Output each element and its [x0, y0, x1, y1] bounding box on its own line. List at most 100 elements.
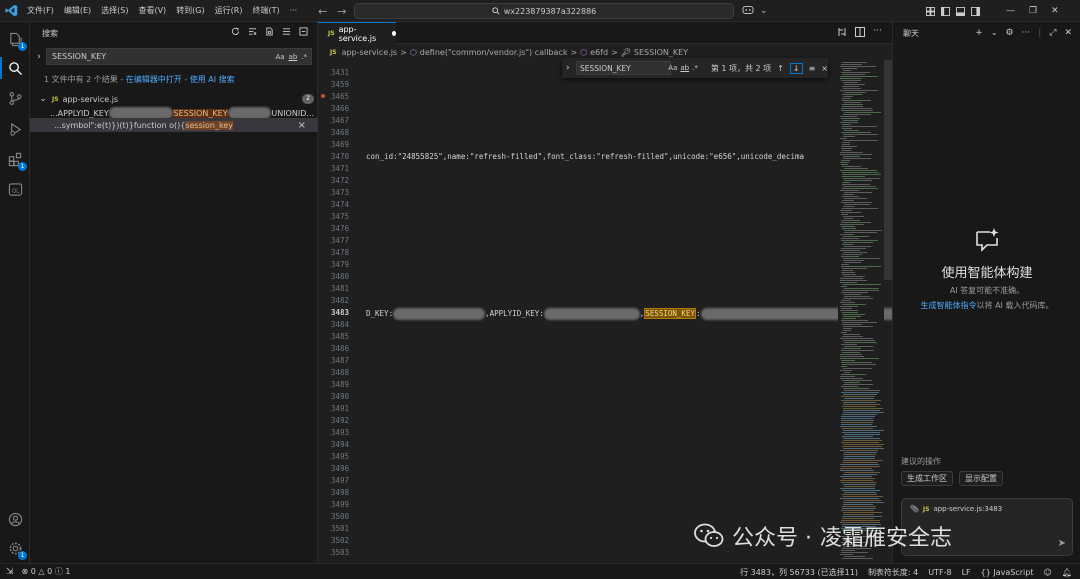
breadcrumb-callback[interactable]: define("common/vendor.js") callback	[420, 48, 568, 57]
new-chat-plus-icon[interactable]: +	[975, 28, 983, 38]
line-number[interactable]: 3501	[318, 524, 349, 533]
line-number[interactable]: 3497	[318, 476, 349, 485]
line-number[interactable]: 3485	[318, 332, 349, 341]
line-number[interactable]: 3493	[318, 428, 349, 437]
line-number[interactable]: 3471	[318, 164, 349, 173]
show-config-button[interactable]: 显示配置	[959, 471, 1003, 486]
find-input[interactable]: SESSION_KEY Aa ab .*	[576, 61, 698, 75]
editor-scrollbar[interactable]	[884, 60, 892, 280]
match-case-toggle[interactable]: Aa	[275, 53, 284, 61]
close-find-icon[interactable]: ×	[821, 64, 828, 73]
minimize-icon[interactable]: —	[1006, 6, 1015, 16]
explorer-icon[interactable]: 1	[4, 28, 27, 51]
compare-icon[interactable]	[837, 27, 847, 37]
toggle-secondary-sidebar-icon[interactable]	[971, 6, 980, 16]
copilot-status-icon[interactable]: ☺	[1044, 568, 1052, 577]
line-number[interactable]: 3466	[318, 104, 349, 113]
attach-paperclip-icon[interactable]: 📎︎	[910, 505, 919, 513]
cursor-position[interactable]: 行 3483，列 56733 (已选择11)	[740, 567, 858, 578]
line-number[interactable]: 3482	[318, 296, 349, 305]
clear-results-icon[interactable]	[248, 27, 258, 37]
notifications-bell-icon[interactable]: 🔔︎	[1062, 568, 1072, 577]
toggle-panel-icon[interactable]	[956, 6, 965, 16]
line-number[interactable]: 3479	[318, 260, 349, 269]
more-actions-icon[interactable]: ···	[873, 27, 882, 37]
menu-view[interactable]: 查看(V)	[133, 0, 171, 22]
menu-more[interactable]: ···	[285, 0, 303, 22]
line-number[interactable]: 3431	[318, 68, 349, 77]
line-number[interactable]: 3459	[318, 80, 349, 89]
line-number[interactable]: 3491	[318, 404, 349, 413]
breadcrumb-file[interactable]: app-service.js	[342, 48, 398, 57]
line-number[interactable]: 3467	[318, 116, 349, 125]
code-line-3470[interactable]: con_id:"24855825",name:"refresh-filled",…	[366, 152, 804, 161]
line-number[interactable]: 3500	[318, 512, 349, 521]
run-debug-icon[interactable]	[4, 118, 26, 140]
line-number[interactable]: 3468	[318, 128, 349, 137]
collapse-all-icon[interactable]	[299, 27, 309, 37]
minimap[interactable]	[838, 60, 884, 563]
dismiss-match-close-icon[interactable]: ×	[298, 120, 306, 131]
line-number[interactable]: 3469	[318, 140, 349, 149]
new-search-editor-icon[interactable]	[265, 27, 275, 37]
extensions-icon[interactable]: 1	[4, 148, 27, 171]
line-number[interactable]: 3475	[318, 212, 349, 221]
line-number[interactable]: 3498	[318, 488, 349, 497]
tab-size[interactable]: 制表符长度: 4	[868, 567, 918, 578]
encoding[interactable]: UTF-8	[928, 568, 951, 577]
line-number[interactable]: 3496	[318, 464, 349, 473]
menu-file[interactable]: 文件(F)	[22, 0, 59, 22]
find-match-case-toggle[interactable]: Aa	[668, 64, 677, 72]
maximize-icon[interactable]: ⤢	[1049, 28, 1056, 38]
menu-terminal[interactable]: 终端(T)	[247, 0, 284, 22]
line-number[interactable]: 3483	[318, 308, 349, 317]
breadcrumb-object[interactable]: e6fd	[590, 48, 608, 57]
line-number[interactable]: 3484	[318, 320, 349, 329]
chevron-down-icon[interactable]: ⌄	[760, 6, 768, 16]
split-editor-icon[interactable]	[855, 27, 866, 37]
language-mode[interactable]: {} JavaScript	[981, 568, 1034, 577]
line-number[interactable]: 3473	[318, 188, 349, 197]
search-activity-icon[interactable]	[0, 57, 26, 79]
menu-go[interactable]: 转到(G)	[171, 0, 209, 22]
send-icon[interactable]: ➤	[1058, 538, 1066, 549]
tab-app-service[interactable]: JS app-service.js	[318, 22, 396, 44]
problems-indicator[interactable]: ⊗ 0 △ 0 ⓘ 1	[22, 566, 71, 577]
line-number[interactable]: 3489	[318, 380, 349, 389]
toggle-sidebar-icon[interactable]	[941, 6, 950, 16]
line-number[interactable]: 3502	[318, 536, 349, 545]
close-icon[interactable]: ✕	[1051, 6, 1059, 16]
end-of-line[interactable]: LF	[962, 568, 971, 577]
restore-icon[interactable]: ❐	[1029, 6, 1037, 16]
toggle-replace-chevron-icon[interactable]: ›	[34, 52, 44, 62]
open-in-editor-link[interactable]: 在编辑器中打开 - 使用 AI 搜索	[126, 75, 235, 84]
generate-instructions-link[interactable]: 生成智能体指令	[921, 301, 977, 310]
generate-workspace-button[interactable]: 生成工作区	[901, 471, 953, 486]
line-number[interactable]: 3488	[318, 368, 349, 377]
line-number[interactable]: 3470	[318, 152, 349, 161]
breadcrumb-key[interactable]: SESSION_KEY	[634, 48, 688, 57]
search-input[interactable]: SESSION_KEY Aa ab .*	[46, 48, 312, 65]
line-number[interactable]: 3495	[318, 452, 349, 461]
refresh-icon[interactable]	[231, 27, 241, 37]
line-number[interactable]: 3477	[318, 236, 349, 245]
toggle-replace-chevron-icon[interactable]: ›	[566, 63, 570, 73]
command-center[interactable]: wx223879387a322886	[354, 3, 734, 19]
line-number[interactable]: 3480	[318, 272, 349, 281]
back-arrow-icon[interactable]: ←	[318, 5, 327, 18]
line-number[interactable]: 3474	[318, 200, 349, 209]
search-match-2[interactable]: ...symbol":e(t)})(t)}function o(){sessio…	[30, 118, 318, 132]
expand-chevron-icon[interactable]: ⌄	[38, 94, 48, 104]
find-match-word-toggle[interactable]: ab	[680, 64, 689, 72]
copilot-icon[interactable]	[742, 5, 754, 18]
account-icon[interactable]	[4, 508, 26, 530]
chevron-down-icon[interactable]: ⌄	[991, 28, 998, 38]
result-file-row[interactable]: ⌄ JS app-service.js 2	[38, 92, 314, 106]
menu-run[interactable]: 运行(R)	[210, 0, 248, 22]
regex-toggle[interactable]: .*	[301, 53, 307, 61]
line-number[interactable]: 3476	[318, 224, 349, 233]
context-file-chip[interactable]: 📎︎ JS app-service.js:3483	[910, 505, 1002, 513]
line-number[interactable]: 3472	[318, 176, 349, 185]
database-ql-icon[interactable]: QL	[4, 178, 26, 200]
line-number[interactable]: 3487	[318, 356, 349, 365]
